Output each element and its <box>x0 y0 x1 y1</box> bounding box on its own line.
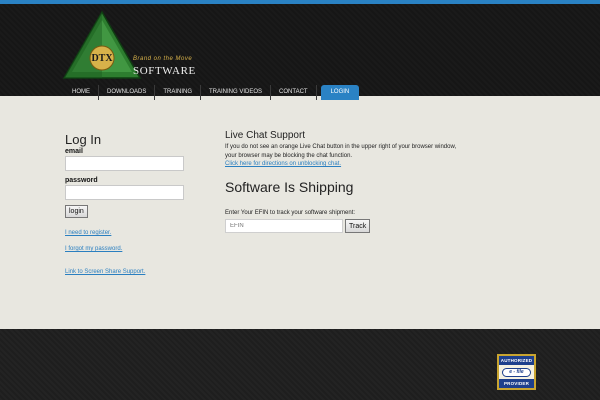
logo-tagline: Brand on the Move <box>133 56 193 62</box>
badge-efile-text: e - file <box>502 368 531 377</box>
login-button[interactable]: login <box>65 205 88 218</box>
logo-monogram: DTX <box>91 53 113 64</box>
badge-bottom-text: PROVIDER <box>499 379 534 388</box>
nav-downloads[interactable]: DOWNLOADS <box>99 85 156 100</box>
forgot-password-link[interactable]: I forgot my password. <box>65 246 195 252</box>
email-label: email <box>65 148 83 155</box>
nav-contact[interactable]: CONTACT <box>271 85 317 100</box>
nav-login[interactable]: LOGIN <box>320 85 360 100</box>
live-chat-text: If you do not see an orange Live Chat bu… <box>225 144 457 159</box>
efin-instruction: Enter Your EFIN to track your software s… <box>225 210 356 216</box>
nav-training-videos[interactable]: TRAINING VIDEOS <box>201 85 272 100</box>
track-button[interactable]: Track <box>345 219 371 233</box>
logo-wordmark: SOFTWARE <box>133 65 196 77</box>
efin-input[interactable] <box>225 219 343 233</box>
screen-share-support-link[interactable]: Link to Screen Share Support. <box>65 269 195 275</box>
login-title: Log In <box>65 132 102 147</box>
email-field[interactable] <box>65 156 184 171</box>
nav-training[interactable]: TRAINING <box>155 85 202 100</box>
shipping-title: Software Is Shipping <box>225 179 354 195</box>
login-panel: Log In email password login I need to re… <box>65 133 195 275</box>
main-nav: HOME DOWNLOADS TRAINING TRAINING VIDEOS … <box>64 85 360 100</box>
info-panel: Live Chat Support If you do not see an o… <box>225 130 465 233</box>
badge-top-text: AUTHORIZED <box>499 356 534 365</box>
nav-home[interactable]: HOME <box>64 85 99 100</box>
site-header: DTX Brand on the Move SOFTWARE HOME DOWN… <box>0 4 600 100</box>
password-label: password <box>65 177 98 184</box>
register-link[interactable]: I need to register. <box>65 230 195 236</box>
password-field[interactable] <box>65 185 184 200</box>
unblock-chat-link[interactable]: Click here for directions on unblocking … <box>225 161 465 167</box>
authorized-efile-provider-badge[interactable]: AUTHORIZED e - file PROVIDER <box>497 354 536 390</box>
live-chat-title: Live Chat Support <box>225 130 306 141</box>
logo-triangle-icon: DTX <box>62 10 142 79</box>
efin-form: Track <box>225 219 465 233</box>
